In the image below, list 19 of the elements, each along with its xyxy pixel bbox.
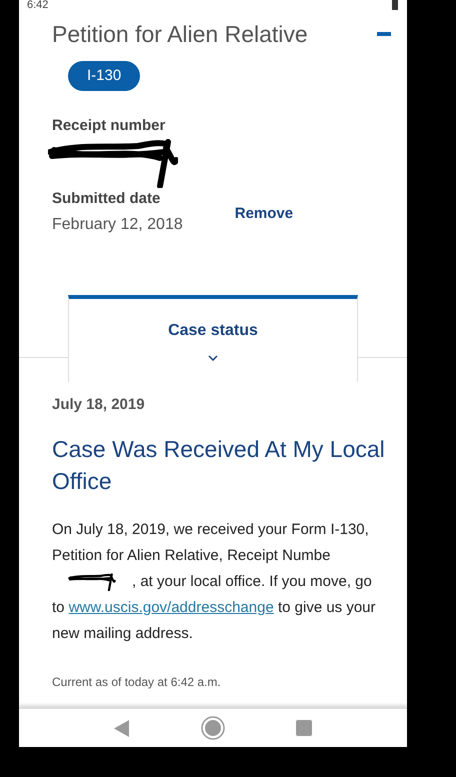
case-title: Petition for Alien Relative xyxy=(52,20,308,49)
home-icon[interactable] xyxy=(200,716,225,740)
collapse-button[interactable] xyxy=(377,32,391,36)
updated-time: Current as of today at 6:42 a.m. xyxy=(52,674,222,691)
address-change-link[interactable]: www.uscis.gov/addresschange xyxy=(68,598,274,616)
recent-apps-icon[interactable] xyxy=(296,720,312,736)
submitted-label: Submitted date xyxy=(52,188,162,209)
back-icon[interactable] xyxy=(114,720,130,736)
case-status-tab[interactable]: Case status xyxy=(68,295,358,382)
status-time: 6:42 xyxy=(27,0,48,11)
submitted-date: February 12, 2018 xyxy=(52,215,183,236)
battery-icon xyxy=(391,0,399,10)
status-message: On July 18, 2019, we received your Form I-130, Petition for Alien Relative, Receipt Numbe , at your local office. If you move, go to www.uscis.gov/addresschange to give us your new mailing address. xyxy=(52,520,377,644)
chevron-down-icon xyxy=(208,355,218,362)
status-date: July 18, 2019 xyxy=(52,395,146,416)
form-badge: I-130 xyxy=(68,60,140,92)
status-heading: Case Was Received At My Local Office xyxy=(52,434,386,496)
receipt-label: Receipt number xyxy=(52,116,166,136)
remove-link[interactable]: Remove xyxy=(234,202,294,226)
